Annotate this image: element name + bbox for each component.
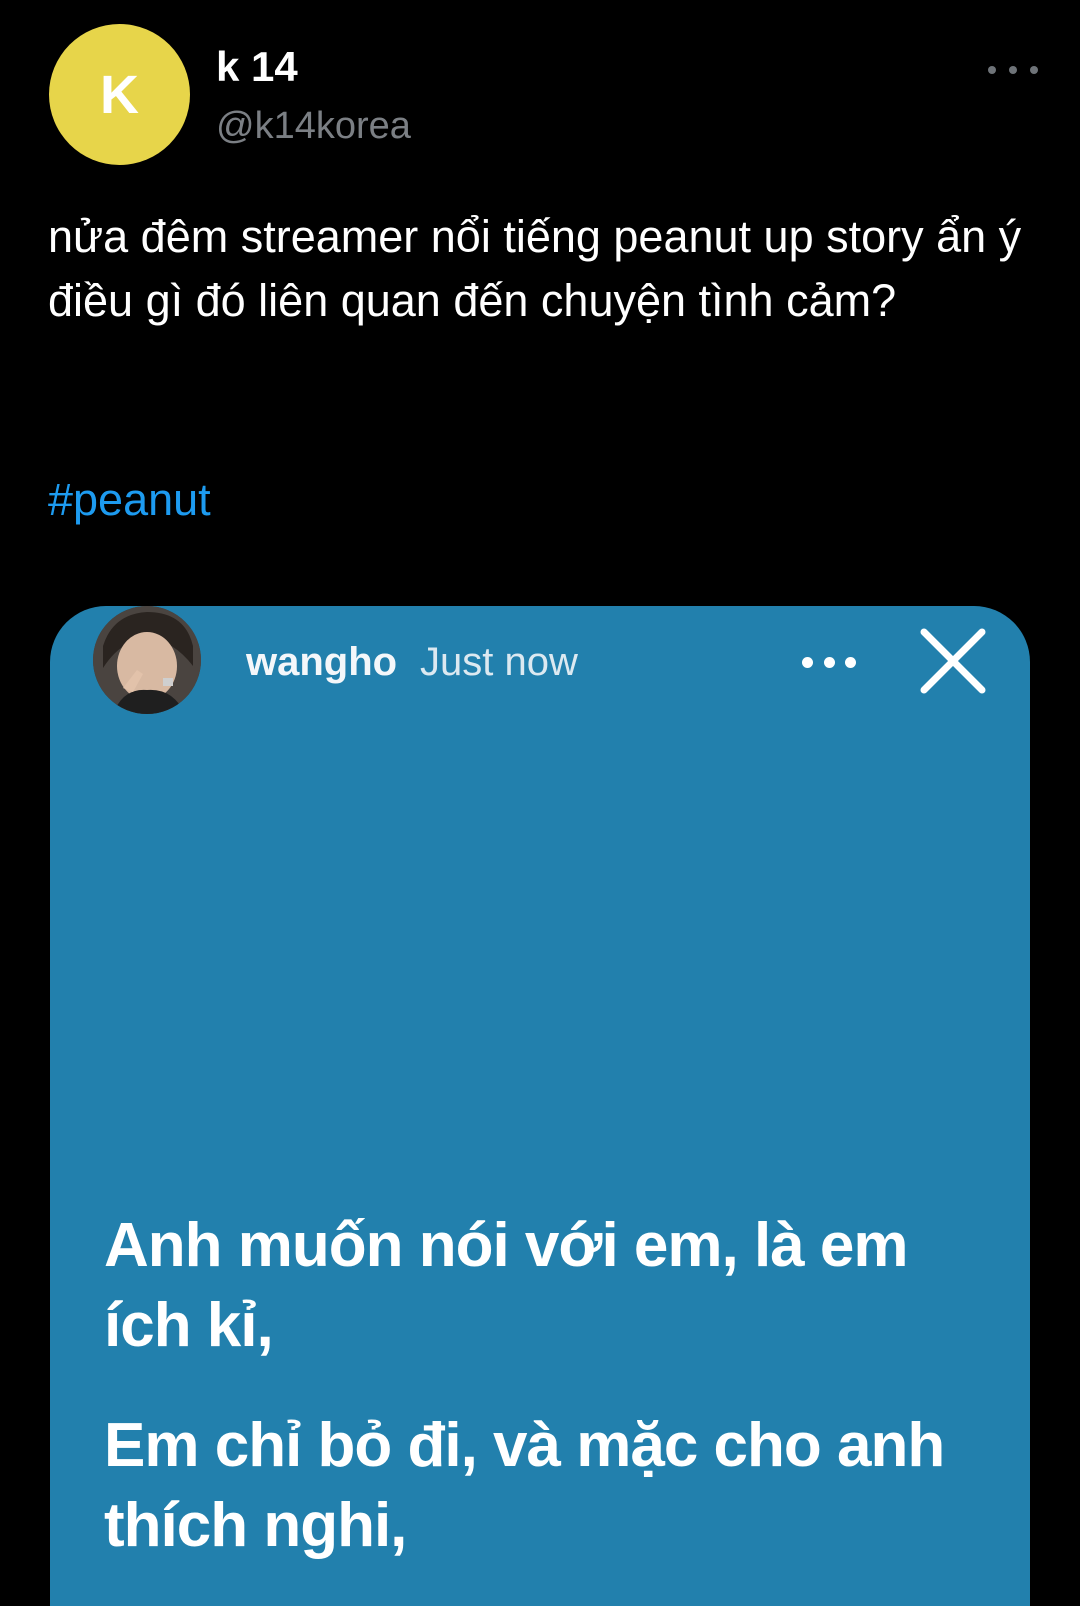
avatar-photo (93, 606, 201, 714)
display-name[interactable]: k 14 (216, 42, 298, 92)
dot-icon (1030, 66, 1038, 74)
dot-icon (802, 656, 813, 668)
close-icon (920, 628, 986, 694)
story-more-button[interactable] (802, 652, 856, 672)
tweet-media[interactable]: wangho Just now Anh muốn nói với em, là … (50, 606, 1030, 1606)
story-text-line: Em chỉ bỏ đi, và mặc cho anh thích nghi, (104, 1411, 945, 1560)
dot-icon (988, 66, 996, 74)
dot-icon (1009, 66, 1017, 74)
avatar-letter: K (100, 64, 139, 125)
user-handle[interactable]: @k14korea (216, 102, 411, 150)
story-close-button[interactable] (918, 626, 988, 696)
story-username[interactable]: wangho (246, 638, 397, 686)
dot-icon (823, 656, 835, 668)
tweet-text: nửa đêm streamer nổi tiếng peanut up sto… (48, 211, 1022, 326)
story-text-line: Anh muốn nói với em, là em ích kỉ, (104, 1211, 909, 1360)
more-options-button[interactable] (988, 58, 1038, 82)
story-timestamp: Just now (420, 640, 578, 684)
hashtag-link[interactable]: #peanut (48, 468, 211, 532)
dot-icon (845, 656, 856, 668)
story-avatar (93, 606, 201, 714)
tweet-avatar[interactable]: K (49, 24, 190, 165)
